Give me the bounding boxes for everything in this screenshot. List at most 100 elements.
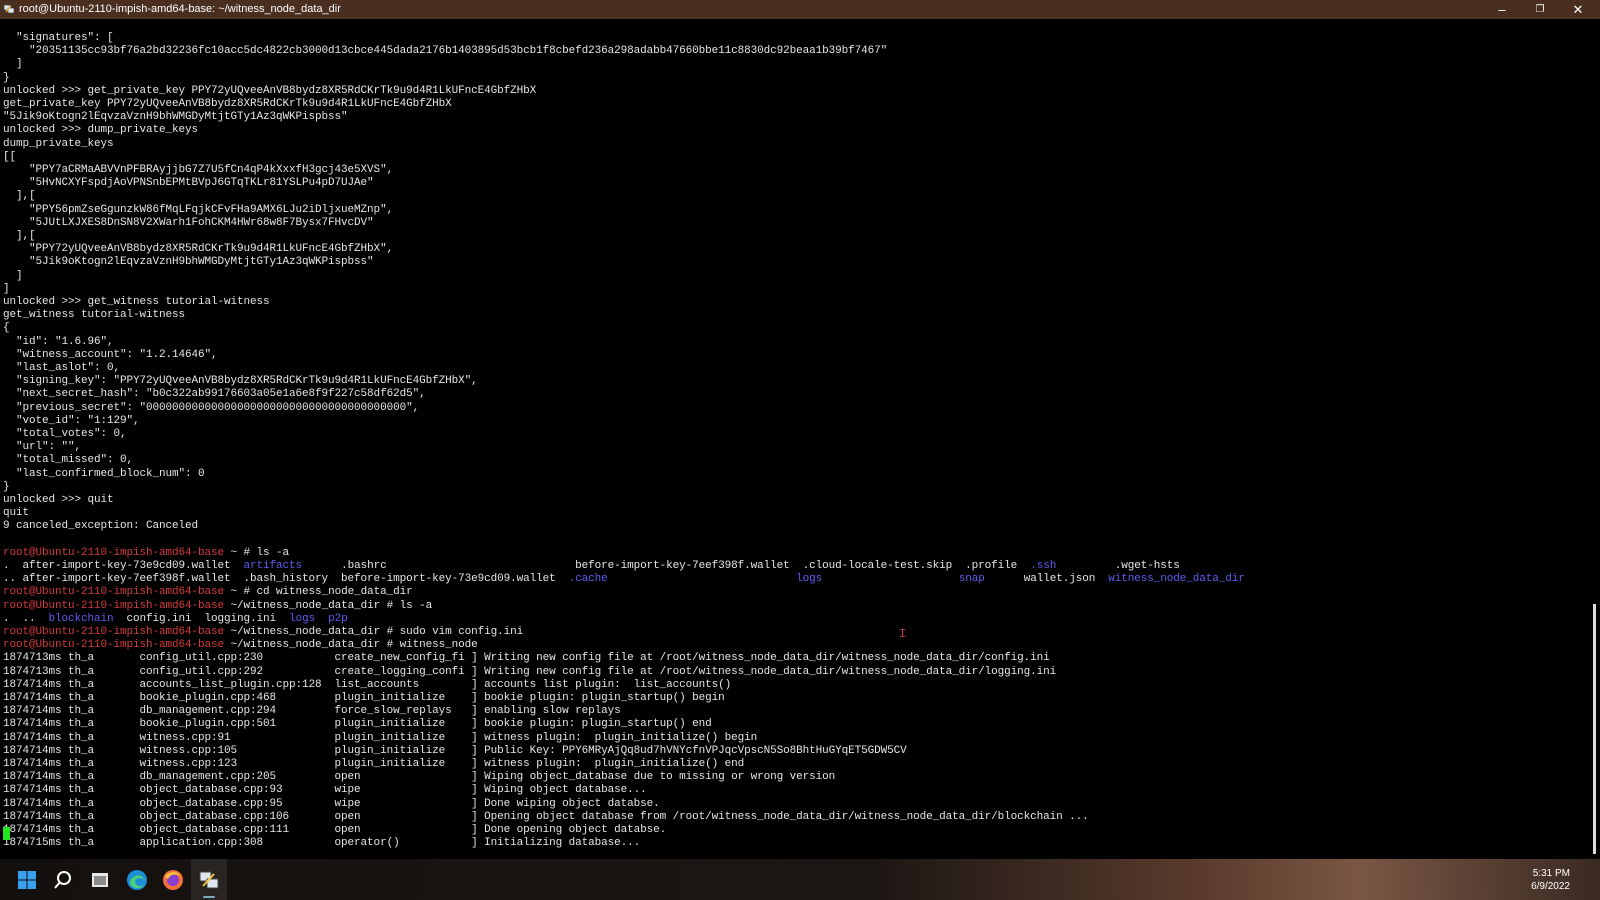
directory-name: witness_node_data_dir [1108, 573, 1245, 586]
terminal-scrollbar[interactable] [1583, 19, 1600, 859]
putty-terminal-icon [199, 871, 219, 888]
terminal-cursor [3, 827, 10, 840]
terminal-text: "last_aslot": 0, [3, 362, 121, 374]
terminal-line: unlocked >>> dump_private_keys [3, 123, 198, 137]
terminal-text: 1874714ms th_a accounts_list_plugin.cpp:… [3, 678, 732, 691]
terminal-output[interactable]: "signatures": [ "20351135cc93bf76a2bd322… [0, 19, 1583, 859]
taskbar-edge[interactable] [119, 859, 155, 900]
terminal-line: root@Ubuntu-2110-impish-amd64-base ~ # c… [3, 585, 413, 599]
terminal-text: ~/witness_node_data_dir # witness_node [224, 639, 478, 652]
terminal-text: "last_confirmed_block_num": 0 [3, 467, 205, 480]
taskbar-search-button[interactable] [45, 859, 81, 900]
directory-name: .cache [568, 573, 608, 586]
terminal-line: ] [3, 57, 23, 71]
terminal-line: 1874713ms th_a config_util.cpp:230 creat… [3, 651, 1050, 665]
terminal-line: . after-import-key-73e9cd09.wallet artif… [3, 559, 1180, 573]
directory-name: snap [958, 573, 985, 586]
terminal-text: "vote_id": "1:129", [3, 414, 140, 427]
terminal-text: "previous_secret": "00000000000000000000… [3, 401, 420, 414]
close-button[interactable]: ✕ [1556, 0, 1600, 19]
terminal-line: unlocked >>> get_witness tutorial-witnes… [3, 295, 270, 309]
terminal-text: config.ini logging.ini [113, 612, 290, 625]
terminal-line: [[ [3, 150, 16, 164]
terminal-text: "PPY7aCRMaABVVnPFBRAyjjbG7Z7U5fCn4qP4kXx… [3, 164, 394, 176]
terminal-line: "5JUtLXJXES8DnSN8V2XWarh1FohCKM4HWr68w8F… [3, 216, 374, 230]
taskbar-firefox[interactable] [155, 859, 191, 900]
terminal-line: "PPY72yUQveeAnVB8bydz8XR5RdCKrTk9u9d4R1L… [3, 242, 393, 256]
putty-app-icon [3, 4, 15, 14]
terminal-text: 1874714ms th_a witness.cpp:105 plugin_in… [3, 744, 907, 757]
text-cursor-ibeam-icon: I [899, 627, 907, 641]
terminal-text: ],[ [3, 230, 36, 242]
terminal-text: unlocked >>> dump_private_keys [3, 124, 199, 137]
terminal-text: ] [3, 282, 10, 295]
terminal-line: root@Ubuntu-2110-impish-amd64-base ~/wit… [3, 599, 432, 613]
terminal-line: 9 canceled_exception: Canceled [3, 519, 198, 533]
terminal-line: "last_aslot": 0, [3, 361, 120, 375]
terminal-line: root@Ubuntu-2110-impish-amd64-base ~/wit… [3, 638, 478, 652]
shell-prompt: root@Ubuntu-2110-impish-amd64-base [3, 546, 225, 559]
terminal-line: "total_missed": 0, [3, 453, 133, 467]
window-titlebar[interactable]: root@Ubuntu-2110-impish-amd64-base: ~/wi… [0, 0, 1600, 19]
system-clock[interactable]: 5:31 PM 6/9/2022 [1531, 867, 1570, 893]
terminal-text: unlocked >>> get_private_key PPY72yUQvee… [3, 84, 537, 97]
taskbar-putty[interactable] [191, 859, 227, 900]
terminal-line: 1874714ms th_a object_database.cpp:95 wi… [3, 797, 660, 811]
terminal-text: 1874714ms th_a object_database.cpp:106 o… [3, 810, 1089, 823]
terminal-line: 1874714ms th_a object_database.cpp:106 o… [3, 810, 1089, 824]
terminal-text: 1874714ms th_a object_database.cpp:95 wi… [3, 797, 660, 810]
terminal-line: 1874713ms th_a config_util.cpp:292 creat… [3, 665, 1056, 679]
terminal-line: 1874714ms th_a bookie_plugin.cpp:468 plu… [3, 691, 725, 705]
terminal-line: ],[ [3, 229, 36, 243]
taskbar-file-explorer[interactable] [82, 859, 118, 900]
terminal-text: 1874715ms th_a application.cpp:308 opera… [3, 837, 641, 850]
shell-prompt: root@Ubuntu-2110-impish-amd64-base [3, 639, 225, 652]
terminal-line: "5Jik9oKtogn2lEqvzaVznH9bhWMGDyMtjtGTy1A… [3, 110, 348, 124]
start-button[interactable] [9, 859, 45, 900]
terminal-line: .. after-import-key-7eef398f.wallet .bas… [3, 572, 1245, 586]
terminal-text: "total_votes": 0, [3, 428, 127, 440]
directory-name: logs [289, 612, 316, 625]
scrollbar-thumb[interactable] [1593, 604, 1596, 854]
terminal-text: ~/witness_node_data_dir # ls -a [224, 599, 433, 612]
terminal-line: root@Ubuntu-2110-impish-amd64-base ~ # l… [3, 546, 289, 560]
terminal-text: 1874713ms th_a config_util.cpp:230 creat… [3, 652, 1050, 665]
terminal-text: unlocked >>> get_witness tutorial-witnes… [3, 296, 270, 308]
terminal-line: "20351135cc93bf76a2bd32236fc10acc5dc4822… [3, 44, 887, 58]
terminal-text: "next_secret_hash": "b0c322ab99176603a05… [3, 388, 426, 401]
terminal-line: "id": "1.6.96", [3, 335, 114, 349]
terminal-text: ],[ [3, 190, 36, 203]
terminal-text: 1874714ms th_a bookie_plugin.cpp:468 plu… [3, 692, 725, 704]
directory-name: .ssh [1030, 560, 1057, 572]
terminal-text: .wget-hsts [1056, 560, 1180, 572]
terminal-line: "total_votes": 0, [3, 427, 127, 441]
file-explorer-icon [92, 872, 108, 887]
terminal-line: 1874714ms th_a witness.cpp:123 plugin_in… [3, 757, 744, 771]
terminal-text: 1874714ms th_a bookie_plugin.cpp:501 plu… [3, 718, 712, 731]
terminal-text: .bashrc before-import-key-7eef398f.walle… [302, 560, 1031, 572]
terminal-line: 1874715ms th_a application.cpp:308 opera… [3, 836, 640, 850]
terminal-text: "signing_key": "PPY72yUQveeAnVB8bydz8XR5… [3, 375, 478, 388]
terminal-text: "id": "1.6.96", [3, 335, 114, 348]
terminal-text: dump_private_keys [3, 137, 114, 150]
terminal-line: . .. blockchain config.ini logging.ini l… [3, 612, 348, 626]
terminal-text: 9 canceled_exception: Canceled [3, 520, 199, 533]
terminal-text: "5Jik9oKtogn2lEqvzaVznH9bhWMGDyMtjtGTy1A… [3, 256, 374, 269]
terminal-line: 1874714ms th_a object_database.cpp:111 o… [3, 823, 666, 837]
terminal-line: "witness_account": "1.2.14646", [3, 348, 218, 362]
terminal-text: ] [3, 269, 23, 282]
terminal-line: "last_confirmed_block_num": 0 [3, 467, 205, 481]
terminal-text: . after-import-key-73e9cd09.wallet [3, 560, 244, 572]
directory-name: blockchain [48, 612, 114, 625]
terminal-line: unlocked >>> get_private_key PPY72yUQvee… [3, 84, 536, 98]
terminal-text: "signatures": [ [3, 32, 114, 44]
clock-date: 6/9/2022 [1531, 881, 1570, 892]
shell-prompt: root@Ubuntu-2110-impish-amd64-base [3, 626, 225, 638]
terminal-text: get_private_key PPY72yUQveeAnVB8bydz8XR5… [3, 98, 452, 110]
terminal-line: } [3, 71, 10, 85]
terminal-line: "5Jik9oKtogn2lEqvzaVznH9bhWMGDyMtjtGTy1A… [3, 255, 374, 269]
terminal-line: "previous_secret": "00000000000000000000… [3, 401, 419, 415]
terminal-line: } [3, 480, 10, 494]
terminal-line: "vote_id": "1:129", [3, 414, 140, 428]
